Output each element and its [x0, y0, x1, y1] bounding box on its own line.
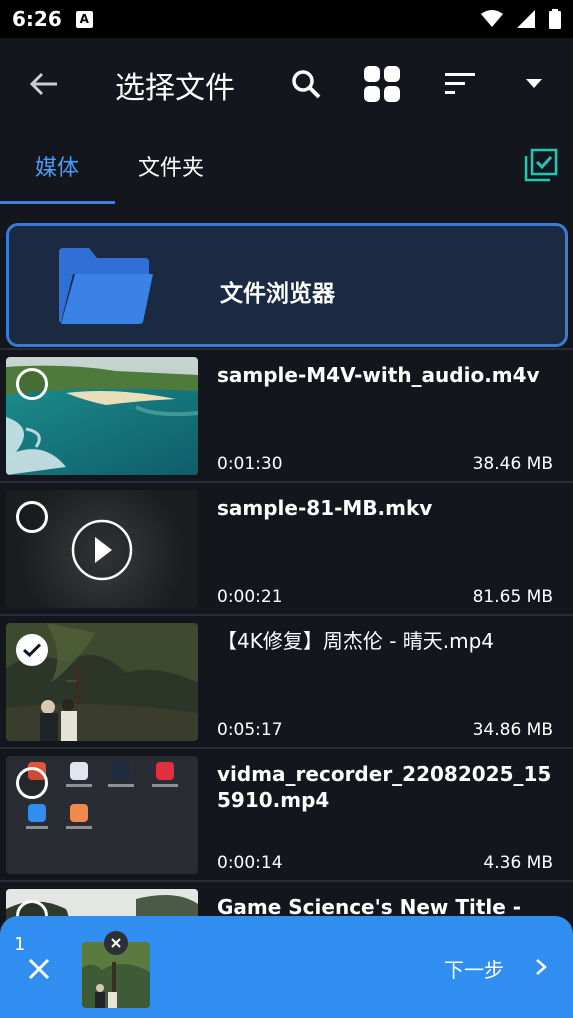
selection-bar: 1 下一步 [0, 916, 573, 1018]
grid-view-icon [364, 66, 400, 102]
dropdown-icon [526, 79, 542, 88]
selected-count: 1 [14, 934, 26, 955]
status-icons [481, 9, 561, 29]
signal-icon [517, 10, 535, 28]
file-size: 4.36 MB [483, 853, 553, 873]
file-duration: 0:00:14 [217, 853, 283, 873]
search-icon [292, 70, 321, 99]
clear-selection-button[interactable] [24, 954, 54, 984]
close-icon [28, 958, 50, 980]
file-size: 38.46 MB [472, 454, 553, 474]
sort-icon [445, 73, 475, 94]
select-all-button[interactable] [522, 146, 560, 184]
svg-text:~~~: ~~~ [66, 679, 77, 685]
tab-bar: 媒体 文件夹 [0, 128, 573, 204]
remove-selected-button[interactable] [104, 931, 128, 955]
file-browser-button[interactable]: 文件浏览器 [6, 223, 568, 347]
folder-icon [59, 248, 153, 324]
file-list: sample-M4V-with_audio.m4v 0:01:30 38.46 … [0, 348, 573, 1013]
file-name: sample-81-MB.mkv [217, 496, 433, 520]
file-duration: 0:00:21 [217, 587, 283, 607]
file-size: 81.65 MB [472, 587, 553, 607]
select-all-icon [524, 148, 558, 182]
grid-view-button[interactable] [362, 64, 402, 104]
status-bar: 6:26 A [0, 0, 573, 38]
file-name: 【4K修复】周杰伦 - 晴天.mp4 [217, 629, 495, 653]
wifi-icon [481, 10, 503, 27]
notification-badge-icon: A [75, 10, 93, 28]
list-item[interactable]: ~~~ 【4K修复】周杰伦 - 晴天.mp4 0:05:17 34.86 MB [0, 614, 573, 747]
file-duration: 0:05:17 [217, 720, 283, 740]
file-size: 34.86 MB [472, 720, 553, 740]
select-checkbox[interactable] [16, 368, 48, 400]
app-bar: 选择文件 [0, 38, 573, 128]
battery-icon [549, 9, 561, 29]
file-name: sample-M4V-with_audio.m4v [217, 363, 540, 387]
select-checkbox[interactable] [16, 767, 48, 799]
select-checkbox[interactable] [16, 501, 48, 533]
status-time: 6:26 [12, 7, 62, 31]
file-duration: 0:01:30 [217, 454, 283, 474]
tab-media[interactable]: 媒体 [35, 150, 79, 182]
list-item[interactable]: vidma_recorder_22082025_155910.mp4 0:00:… [0, 747, 573, 880]
tab-folder[interactable]: 文件夹 [138, 150, 204, 182]
sort-button[interactable] [440, 64, 480, 104]
back-arrow-icon [30, 72, 57, 96]
next-button[interactable]: 下一步 [444, 954, 504, 983]
file-browser-label: 文件浏览器 [220, 281, 335, 307]
dropdown-button[interactable] [514, 64, 554, 104]
select-checkbox[interactable] [16, 634, 48, 666]
tab-indicator [0, 201, 115, 204]
next-chevron-button[interactable] [530, 956, 552, 978]
page-title: 选择文件 [115, 71, 235, 106]
close-icon [111, 938, 121, 948]
file-name: vidma_recorder_22082025_155910.mp4 [217, 762, 552, 812]
back-button[interactable] [26, 66, 62, 102]
check-icon [23, 643, 41, 657]
list-item[interactable]: sample-M4V-with_audio.m4v 0:01:30 38.46 … [0, 348, 573, 481]
search-button[interactable] [286, 64, 326, 104]
chevron-right-icon [536, 959, 547, 975]
list-item[interactable]: sample-81-MB.mkv 0:00:21 81.65 MB [0, 481, 573, 614]
